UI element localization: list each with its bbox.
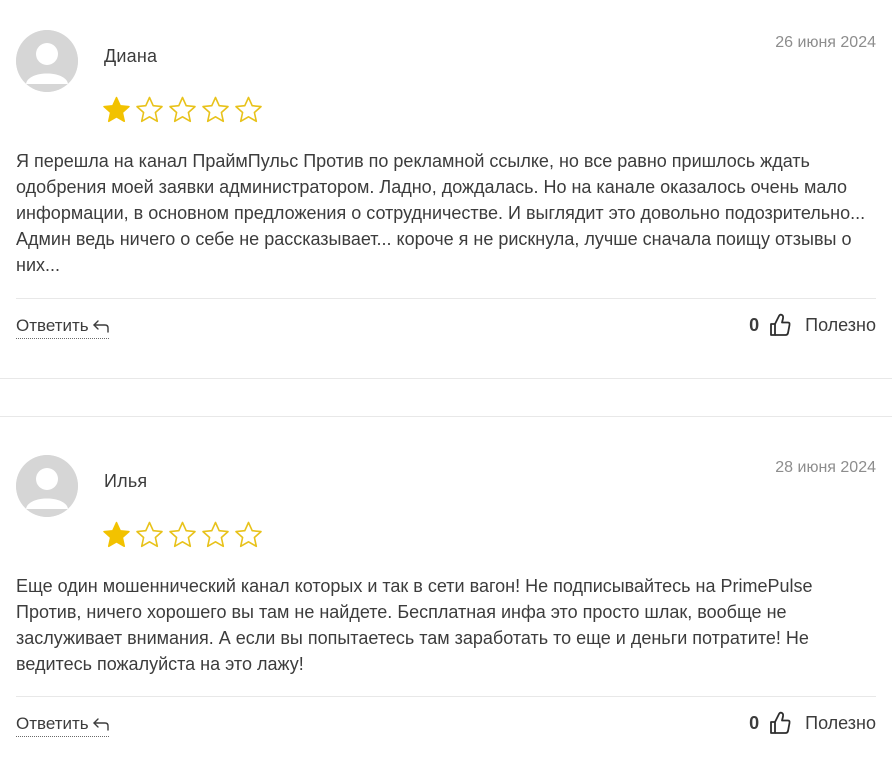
star-empty-icon xyxy=(235,96,262,123)
star-empty-icon xyxy=(136,521,163,548)
reply-arrow-icon xyxy=(92,718,109,731)
rating-stars xyxy=(102,520,263,549)
review-date: 26 июня 2024 xyxy=(775,34,876,51)
star-empty-icon xyxy=(169,96,196,123)
useful-block: 0 Полезно xyxy=(749,313,876,337)
like-count: 0 xyxy=(749,712,760,733)
review-date: 28 июня 2024 xyxy=(775,459,876,476)
review-author: Диана xyxy=(104,46,158,66)
like-count: 0 xyxy=(749,314,760,335)
divider xyxy=(16,298,876,299)
star-empty-icon xyxy=(202,521,229,548)
useful-block: 0 Полезно xyxy=(749,711,876,735)
thumbs-up-icon[interactable] xyxy=(769,313,791,337)
review-text: Я перешла на канал ПраймПульс Против по … xyxy=(16,151,866,275)
reply-button[interactable]: Ответить xyxy=(16,316,109,339)
reply-label: Ответить xyxy=(16,316,89,335)
star-filled-icon xyxy=(103,96,130,123)
useful-button[interactable]: Полезно xyxy=(805,315,876,336)
divider xyxy=(16,696,876,697)
user-silhouette-icon xyxy=(16,455,78,517)
star-empty-icon xyxy=(136,96,163,123)
reply-arrow-icon xyxy=(92,320,109,333)
section-divider xyxy=(0,416,892,417)
thumbs-up-icon[interactable] xyxy=(769,711,791,735)
star-filled-icon xyxy=(103,521,130,548)
reply-label: Ответить xyxy=(16,714,89,733)
star-empty-icon xyxy=(202,96,229,123)
useful-button[interactable]: Полезно xyxy=(805,713,876,734)
reply-button[interactable]: Ответить xyxy=(16,714,109,737)
review-text: Еще один мошеннический канал которых и т… xyxy=(16,576,813,674)
rating-stars xyxy=(102,95,263,124)
avatar xyxy=(16,30,78,92)
user-silhouette-icon xyxy=(16,30,78,92)
avatar xyxy=(16,455,78,517)
star-empty-icon xyxy=(235,521,262,548)
review-author: Илья xyxy=(104,471,148,491)
star-empty-icon xyxy=(169,521,196,548)
section-divider xyxy=(0,378,892,379)
